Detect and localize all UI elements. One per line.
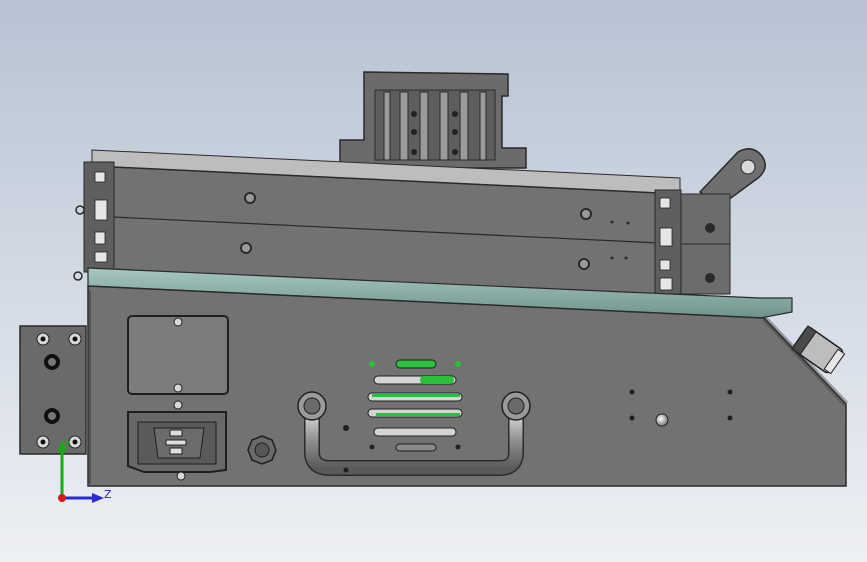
indicator-knob — [655, 413, 669, 427]
cover-plate — [127, 315, 229, 395]
rear-mount-plate — [19, 325, 87, 455]
top-slide-module — [339, 71, 527, 169]
origin-dot — [58, 494, 66, 502]
cad-model-view[interactable] — [0, 0, 867, 562]
cable-gland — [247, 435, 277, 465]
power-inlet — [127, 400, 227, 481]
cad-viewport[interactable]: Y Z — [0, 0, 867, 562]
triad-z-label: Z — [104, 488, 112, 501]
triad-y-label: Y — [64, 438, 71, 451]
